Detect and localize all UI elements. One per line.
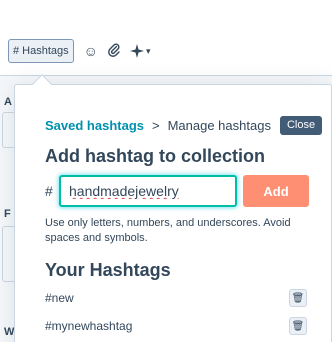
sparkle-icon (129, 44, 144, 58)
hash-prefix: # (45, 183, 53, 199)
add-button[interactable]: Add (243, 175, 309, 207)
background-label-f: F (4, 208, 11, 220)
breadcrumb: Saved hashtags > Manage hashtags Close (45, 115, 323, 135)
delete-hashtag-button[interactable]: 🗑 (289, 317, 307, 335)
hashtags-button-label: # Hashtags (13, 45, 69, 57)
post-composer: # Hashtags ☺ ▾ (0, 0, 332, 76)
add-hashtag-title: Add hashtag to collection (45, 146, 266, 166)
close-button[interactable]: Close (279, 115, 323, 135)
hashtag-input[interactable] (59, 175, 237, 207)
saved-hashtags-link[interactable]: Saved hashtags (45, 118, 144, 133)
breadcrumb-current: Manage hashtags (167, 117, 271, 133)
hashtag-row: #new 🗑 (45, 287, 307, 309)
background-label-w: W (4, 326, 15, 338)
hashtag-row: #mynewhashtag 🗑 (45, 315, 307, 337)
hashtags-popover: Saved hashtags > Manage hashtags Close A… (14, 74, 332, 342)
paperclip-icon[interactable] (108, 43, 120, 59)
smiley-icon[interactable]: ☺ (84, 44, 98, 58)
hashtags-button[interactable]: # Hashtags (8, 39, 74, 63)
breadcrumb-separator: > (152, 117, 160, 133)
hashtag-label: #mynewhashtag (45, 319, 133, 333)
delete-hashtag-button[interactable]: 🗑 (289, 289, 307, 307)
composer-toolbar: # Hashtags ☺ ▾ (8, 38, 150, 64)
add-hashtag-row: # Add (45, 175, 309, 207)
your-hashtags-title: Your Hashtags (45, 260, 171, 280)
background-label-a: A (4, 96, 12, 108)
ai-assist-button[interactable]: ▾ (129, 44, 151, 58)
chevron-down-icon: ▾ (145, 45, 151, 56)
trash-icon: 🗑 (291, 320, 305, 332)
hashtag-label: #new (45, 291, 74, 305)
hashtag-help-text: Use only letters, numbers, and underscor… (45, 217, 291, 244)
popover-pointer (32, 74, 52, 94)
trash-icon: 🗑 (291, 292, 305, 304)
